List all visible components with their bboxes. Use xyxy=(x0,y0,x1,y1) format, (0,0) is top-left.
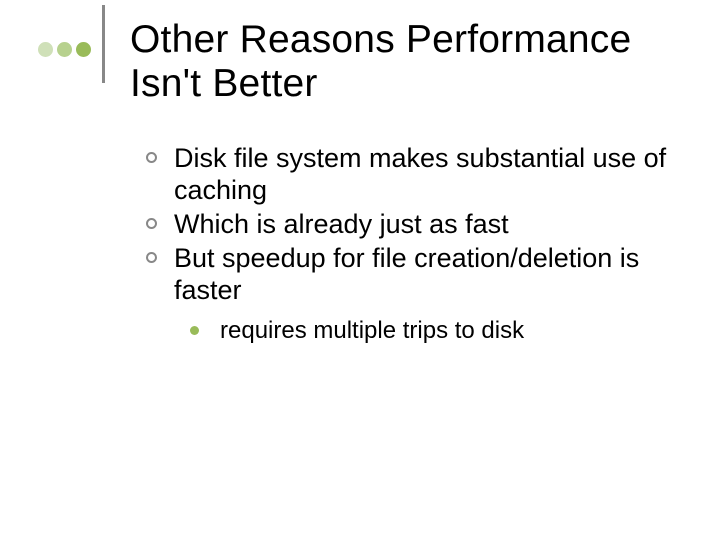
sub-list: requires multiple trips to disk xyxy=(190,317,670,346)
divider-icon xyxy=(102,5,105,83)
list-item: But speedup for file creation/deletion i… xyxy=(146,243,670,307)
dot-icon xyxy=(38,42,53,57)
slide: Other Reasons Performance Isn't Better D… xyxy=(0,0,720,540)
dot-icon xyxy=(57,42,72,57)
list-item: requires multiple trips to disk xyxy=(190,317,670,346)
bullet-list: Disk file system makes substantial use o… xyxy=(146,143,670,306)
body: Disk file system makes substantial use o… xyxy=(146,143,670,345)
dot-icon xyxy=(76,42,91,57)
title-decoration xyxy=(38,42,95,57)
list-item: Disk file system makes substantial use o… xyxy=(146,143,670,207)
page-title: Other Reasons Performance Isn't Better xyxy=(130,18,670,105)
list-item: Which is already just as fast xyxy=(146,209,670,241)
